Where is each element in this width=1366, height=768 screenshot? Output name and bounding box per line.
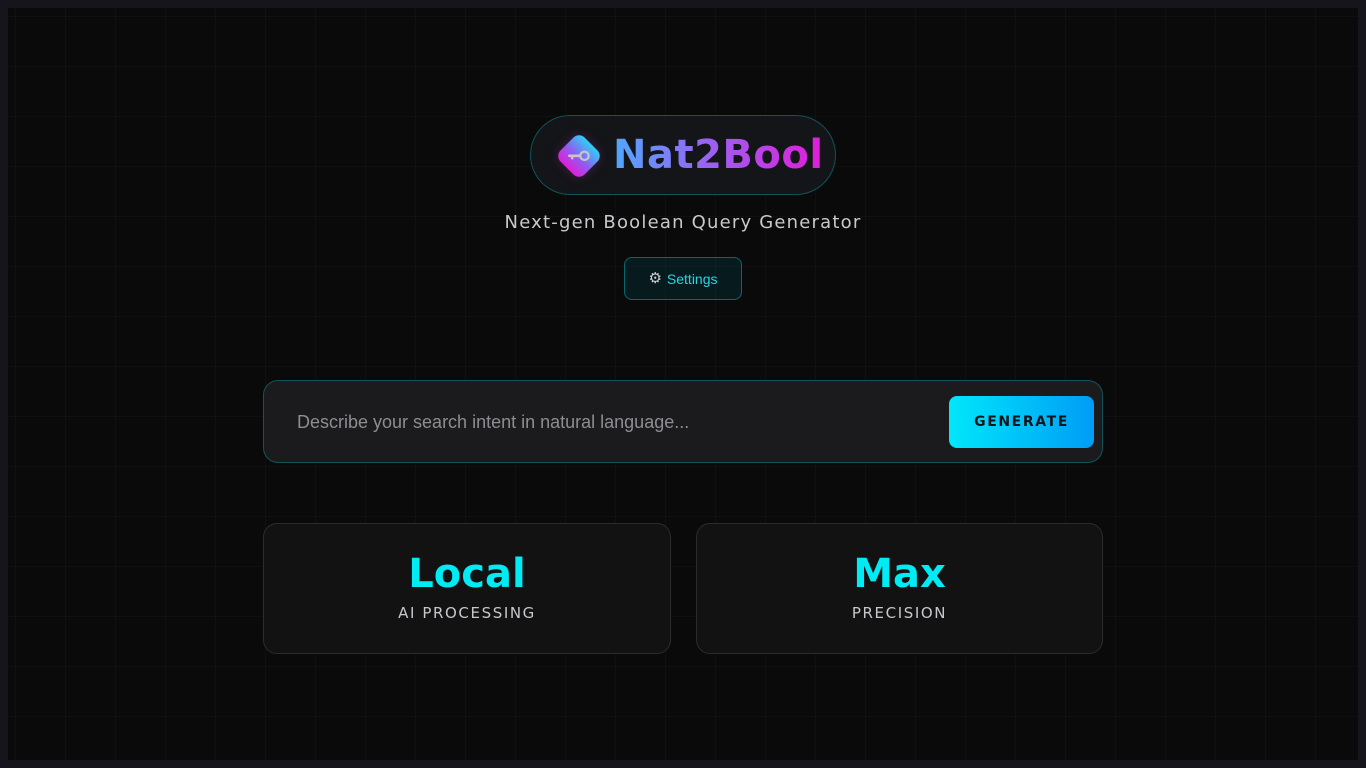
app-window: Nat2Bool Next-gen Boolean Query Generato… [8,8,1358,760]
key-icon [554,131,604,181]
stat-label: PRECISION [851,604,948,622]
stat-label: AI PROCESSING [398,604,536,622]
stat-value: Local [408,551,526,597]
app-subtitle: Next-gen Boolean Query Generator [504,212,862,233]
search-bar: GENERATE [263,380,1103,463]
app-title: Nat2Bool [613,129,824,181]
settings-button-label: Settings [666,270,718,287]
stat-card-precision: Max PRECISION [696,523,1103,654]
settings-button[interactable]: ⚙ Settings [624,257,742,300]
stat-card-ai-processing: Local AI PROCESSING [263,523,671,654]
gear-icon: ⚙ [648,270,662,287]
generate-button[interactable]: GENERATE [949,396,1094,448]
brand-header: Nat2Bool [530,115,836,195]
stat-value: Max [853,551,946,597]
search-input[interactable] [284,401,924,443]
